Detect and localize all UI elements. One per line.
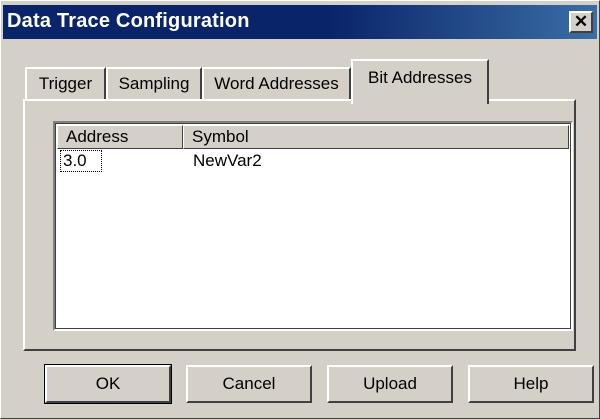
title-bar[interactable]: Data Trace Configuration ✕	[3, 5, 597, 39]
cancel-button[interactable]: Cancel	[186, 365, 312, 403]
column-header-symbol[interactable]: Symbol	[183, 125, 569, 149]
column-header-address[interactable]: Address	[57, 125, 183, 149]
tab-bit-addresses[interactable]: Bit Addresses	[351, 59, 489, 104]
tab-trigger[interactable]: Trigger	[25, 67, 106, 101]
symbol-cell[interactable]: NewVar2	[193, 151, 262, 171]
ok-button[interactable]: OK	[44, 364, 172, 404]
bit-addresses-panel: Address Symbol 3.0 NewVar2	[23, 99, 576, 351]
tab-word-addresses[interactable]: Word Addresses	[202, 67, 351, 101]
tab-sampling[interactable]: Sampling	[106, 67, 202, 101]
help-button[interactable]: Help	[468, 365, 594, 403]
window-title: Data Trace Configuration	[7, 10, 250, 32]
close-icon[interactable]: ✕	[569, 11, 593, 33]
address-cell[interactable]: 3.0	[60, 150, 102, 172]
upload-button[interactable]: Upload	[327, 365, 453, 403]
data-trace-dialog: Data Trace Configuration ✕ Trigger Sampl…	[0, 0, 600, 419]
bit-address-list[interactable]: Address Symbol 3.0 NewVar2	[53, 121, 573, 331]
